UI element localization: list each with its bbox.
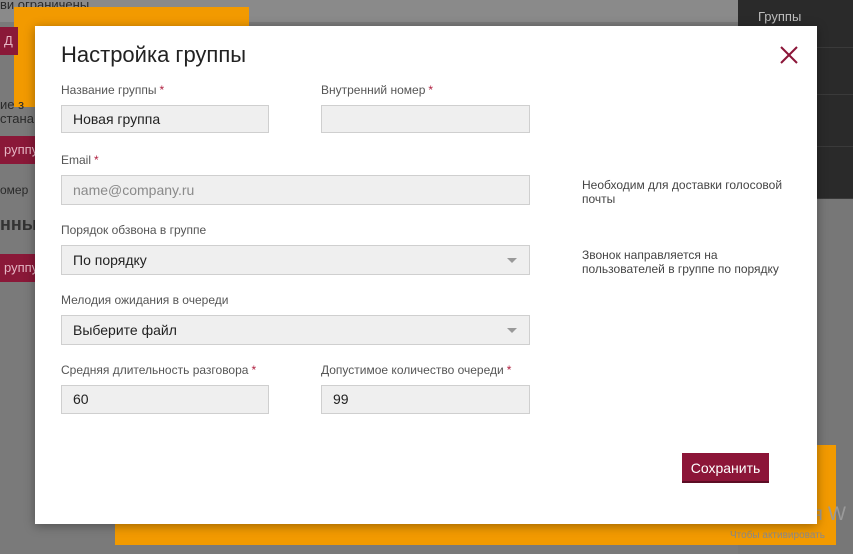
chevron-down-icon: [507, 328, 517, 333]
queue-limit-label: Допустимое количество очереди *: [321, 363, 511, 377]
save-button[interactable]: Сохранить: [682, 453, 769, 483]
call-order-value: По порядку: [73, 252, 147, 268]
bg-heading: нны: [0, 214, 38, 234]
email-label-text: Email: [61, 153, 92, 167]
required-mark: *: [251, 363, 257, 377]
queue-limit-input[interactable]: 99: [321, 385, 530, 414]
internal-number-label-text: Внутренний номер: [321, 83, 426, 97]
dialog-title: Настройка группы: [61, 42, 247, 67]
call-order-select[interactable]: По порядку: [61, 245, 530, 275]
bg-label-nomer: омер: [0, 183, 29, 197]
bg-text-line-1: ие з: [0, 97, 25, 112]
hold-music-label: Мелодия ожидания в очереди: [61, 293, 229, 307]
activation-watermark-sub: Чтобы активировать: [730, 530, 825, 541]
chevron-down-icon: [507, 258, 517, 263]
avg-duration-label: Средняя длительность разговора *: [61, 363, 256, 377]
queue-limit-label-text: Допустимое количество очереди: [321, 363, 504, 377]
avg-duration-label-text: Средняя длительность разговора: [61, 363, 249, 377]
required-mark: *: [428, 83, 434, 97]
internal-number-input[interactable]: [321, 105, 530, 133]
required-mark: *: [94, 153, 99, 167]
close-button[interactable]: [777, 43, 801, 67]
bg-button-2: руппу: [0, 136, 36, 164]
close-icon: [780, 46, 798, 64]
call-order-label: Порядок обзвона в группе: [61, 223, 207, 237]
group-name-label: Название группы *: [61, 83, 164, 97]
required-mark: *: [159, 83, 165, 97]
bg-button-1: Д: [0, 27, 18, 55]
call-order-hint: Звонок направляется на пользователей в г…: [582, 248, 779, 276]
avg-duration-input[interactable]: 60: [61, 385, 269, 414]
internal-number-label: Внутренний номер *: [321, 83, 433, 97]
bg-button-3: руппу: [0, 254, 36, 282]
group-settings-dialog: Настройка группы Название группы * Новая …: [35, 26, 817, 524]
email-input[interactable]: name@company.ru: [61, 175, 530, 205]
required-mark: *: [506, 363, 512, 377]
email-hint: Необходим для доставки голосовой почты: [582, 178, 783, 206]
group-name-label-text: Название группы: [61, 83, 157, 97]
group-name-input[interactable]: Новая группа: [61, 105, 269, 133]
email-label: Email *: [61, 153, 99, 167]
hold-music-value: Выберите файл: [73, 322, 177, 338]
hold-music-select[interactable]: Выберите файл: [61, 315, 530, 345]
bg-text-line-2: стана: [0, 111, 34, 126]
